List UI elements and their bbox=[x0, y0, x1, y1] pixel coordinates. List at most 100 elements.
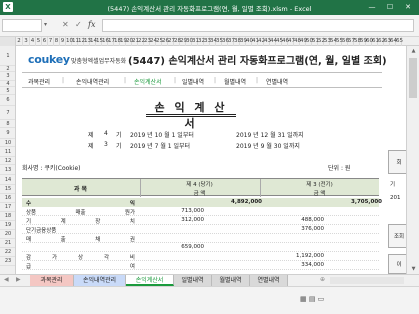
account-name: 상품 매출 원가 bbox=[26, 210, 135, 216]
row-header-cell[interactable]: 20 bbox=[0, 230, 15, 239]
revenue-label: 수 익 bbox=[26, 201, 135, 207]
menu-item-income-statement[interactable]: 손익계산서 bbox=[134, 77, 162, 86]
amount-cell: 488,000 bbox=[301, 217, 324, 223]
prev-period-header: 제 3 (전기) bbox=[306, 182, 333, 188]
table-divider bbox=[140, 179, 141, 197]
row-header-cell[interactable]: 8 bbox=[0, 120, 15, 128]
row-header-cell[interactable]: 6 bbox=[0, 95, 15, 106]
menu-divider-bottom bbox=[22, 87, 382, 88]
period-unit: 기 bbox=[116, 143, 122, 150]
table-row: 기 계 장 치 312,000 488,000 bbox=[22, 217, 379, 225]
menu-item-daily[interactable]: 일별내역 bbox=[182, 77, 204, 86]
action-button[interactable]: 이 bbox=[388, 254, 406, 274]
add-sheet-icon[interactable]: ⊕ bbox=[320, 276, 325, 283]
select-all-corner[interactable] bbox=[0, 37, 16, 46]
window-controls: — ☐ ✕ bbox=[363, 1, 417, 13]
logo: coukey bbox=[28, 53, 70, 66]
panel-label: 기 bbox=[390, 182, 396, 188]
menu-separator: | bbox=[124, 77, 127, 84]
amount-cell: 334,000 bbox=[301, 262, 324, 268]
menu-item-income-history[interactable]: 손익내역관리 bbox=[76, 77, 109, 86]
vertical-scrollbar[interactable]: ▲ ▼ bbox=[406, 46, 419, 274]
maximize-button[interactable]: ☐ bbox=[381, 1, 399, 13]
formula-input[interactable] bbox=[102, 19, 414, 32]
menu-item-monthly[interactable]: 월별내역 bbox=[224, 77, 246, 86]
period-unit: 기 bbox=[116, 132, 122, 139]
sheet-tab[interactable]: 손익계산서 bbox=[126, 275, 174, 286]
row-header-cell[interactable]: 13 bbox=[0, 165, 15, 175]
row-header-cell[interactable]: 18 bbox=[0, 212, 15, 221]
search-button[interactable]: 조회 bbox=[388, 224, 406, 248]
row-header-cell[interactable]: 11 bbox=[0, 147, 15, 157]
panel-label: 201 bbox=[390, 195, 401, 201]
company-name: 회사명 : 쿠키(Cookie) bbox=[22, 165, 81, 172]
amount-cell: 713,000 bbox=[181, 208, 204, 214]
action-button[interactable]: 회 bbox=[388, 150, 406, 174]
sheet-tab[interactable]: 일별내역 bbox=[174, 275, 212, 286]
check-icon[interactable]: ✓ bbox=[75, 20, 82, 29]
row-header-cell[interactable]: 23 bbox=[0, 257, 15, 266]
minimize-button[interactable]: — bbox=[363, 1, 381, 13]
account-name: 기 계 장 치 bbox=[26, 219, 135, 225]
menu-separator: | bbox=[174, 77, 177, 84]
row-header-cell[interactable]: 19 bbox=[0, 221, 15, 230]
subject-header: 과 목 bbox=[73, 186, 88, 193]
sheet-tab[interactable]: 연별내역 bbox=[250, 275, 288, 286]
row-header-cell[interactable]: 5 bbox=[0, 87, 15, 95]
row-header-cell[interactable]: 21 bbox=[0, 239, 15, 248]
table-row: 매 출 채 권 bbox=[22, 235, 379, 243]
row-header-cell[interactable]: 3 bbox=[0, 72, 15, 81]
account-name bbox=[22, 244, 139, 252]
column-header-cell[interactable]: 3 bbox=[23, 37, 30, 46]
tab-next-icon[interactable]: ▶ bbox=[16, 276, 21, 283]
right-panel: 회 기 201 조회 이 bbox=[386, 46, 406, 274]
scroll-up-icon[interactable]: ▲ bbox=[407, 46, 419, 56]
period-number: 4 bbox=[104, 130, 108, 137]
menu-separator: | bbox=[214, 77, 217, 84]
name-box[interactable] bbox=[2, 19, 42, 32]
menu-separator: | bbox=[256, 77, 259, 84]
tab-prev-icon[interactable]: ◀ bbox=[4, 276, 9, 283]
row-header-cell[interactable]: 10 bbox=[0, 139, 15, 147]
row-header-cell[interactable]: 15 bbox=[0, 185, 15, 194]
menu-item-subject[interactable]: 과목관리 bbox=[28, 77, 50, 86]
row-header-cell[interactable]: 7 bbox=[0, 106, 15, 120]
row-header-cell[interactable]: 9 bbox=[0, 128, 15, 139]
row-header-cell[interactable]: 16 bbox=[0, 194, 15, 203]
close-button[interactable]: ✕ bbox=[399, 1, 417, 13]
sheet-tab-bar: ◀ ▶ 과목관리 손익내역관리 손익계산서 일별내역 월별내역 연별내역 ⊕ bbox=[0, 274, 419, 286]
horizontal-scrollbar[interactable] bbox=[330, 277, 404, 284]
row-header-cell[interactable]: 1 bbox=[0, 46, 15, 66]
title-underline bbox=[146, 114, 236, 115]
cancel-icon[interactable]: ✕ bbox=[62, 20, 69, 29]
amount-cell: 1,192,000 bbox=[296, 253, 324, 259]
row-header-cell[interactable]: 14 bbox=[0, 175, 15, 185]
row-header-cell[interactable]: 17 bbox=[0, 203, 15, 212]
column-header-cell[interactable]: 65 bbox=[396, 37, 403, 46]
current-period-header: 제 4 (당기) bbox=[186, 182, 213, 188]
column-header-cell[interactable]: 2 bbox=[16, 37, 23, 46]
report-title: 손 익 계 산 서 bbox=[154, 101, 228, 130]
revenue-current: 4,892,000 bbox=[231, 199, 262, 205]
amount-header: 금 액 bbox=[313, 191, 326, 197]
account-name: 급 여 bbox=[26, 264, 135, 270]
title-underline bbox=[146, 116, 236, 117]
period-to: 2019 년 9 월 30 일까지 bbox=[236, 143, 300, 150]
sheet-tab[interactable]: 과목관리 bbox=[30, 275, 74, 286]
scroll-thumb[interactable] bbox=[409, 58, 417, 98]
chevron-down-icon[interactable]: ▾ bbox=[44, 21, 47, 28]
amount-cell: 659,000 bbox=[181, 244, 204, 250]
sheet-tab[interactable]: 월별내역 bbox=[212, 275, 250, 286]
table-header: 과 목 제 4 (당기) 제 3 (전기) 금 액 금 액 bbox=[22, 178, 379, 197]
unit-label: 단위 : 원 bbox=[328, 165, 351, 172]
view-mode-icons[interactable]: ▦ ▤ ▭ bbox=[300, 295, 324, 303]
row-header-cell[interactable]: 22 bbox=[0, 248, 15, 257]
menu-item-yearly[interactable]: 연별내역 bbox=[266, 77, 288, 86]
amount-header: 금 액 bbox=[193, 191, 206, 197]
scroll-down-icon[interactable]: ▼ bbox=[407, 264, 419, 274]
app-title: (5447) 손익계산서 관리 자동화프로그램(연, 월, 일별 조회) bbox=[128, 56, 387, 67]
period-number: 3 bbox=[104, 141, 108, 148]
sheet-tab[interactable]: 손익내역관리 bbox=[74, 275, 126, 286]
row-header-cell[interactable]: 12 bbox=[0, 157, 15, 165]
function-icon[interactable]: fx bbox=[88, 20, 95, 29]
